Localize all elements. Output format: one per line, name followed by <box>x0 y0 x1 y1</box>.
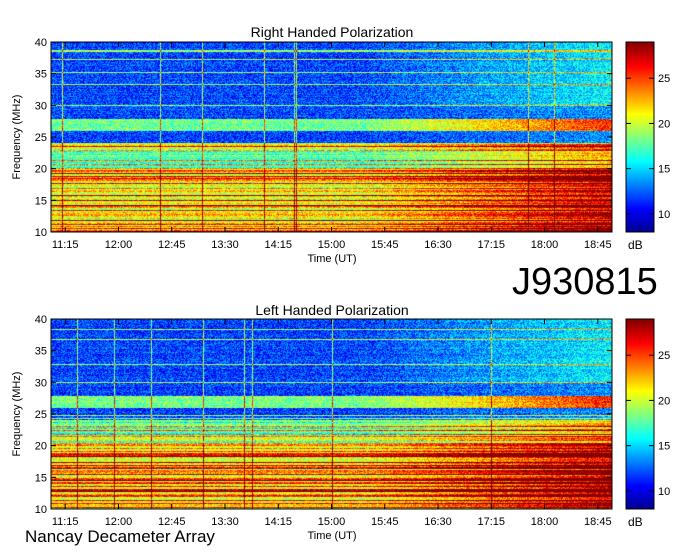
x-tick-label: 16:30 <box>424 516 452 528</box>
x-tick-label: 14:15 <box>264 239 292 251</box>
spectrogram-canvas <box>51 42 612 232</box>
x-tick-label: 15:00 <box>318 239 346 251</box>
x-tick-label: 13:30 <box>211 239 239 251</box>
y-tick-label: 10 <box>35 227 47 239</box>
colorbar-tick-label: 10 <box>658 486 670 498</box>
x-tick-label: 18:45 <box>584 239 612 251</box>
colorbar-tick-label: 20 <box>658 118 670 130</box>
colorbar-tick-label: 20 <box>658 395 670 407</box>
colorbar-tick-label: 15 <box>658 441 670 453</box>
colorbar-tick-label: 25 <box>658 73 670 85</box>
observation-id: J930815 <box>512 261 658 303</box>
colorbar-label: dB <box>628 238 643 252</box>
x-tick-label: 17:15 <box>478 239 506 251</box>
y-tick-label: 40 <box>35 37 47 49</box>
instrument-name: Nancay Decameter Array <box>25 527 215 546</box>
colorbar-tick-label: 15 <box>658 164 670 176</box>
y-tick-label: 30 <box>35 100 47 112</box>
x-tick-label: 18:00 <box>531 516 559 528</box>
x-tick-label: 17:15 <box>478 516 506 528</box>
x-tick-label: 15:45 <box>371 516 399 528</box>
y-tick-label: 20 <box>35 164 47 176</box>
y-tick-label: 10 <box>35 504 47 516</box>
y-tick-label: 40 <box>35 314 47 326</box>
colorbar-label: dB <box>628 515 643 529</box>
y-tick-label: 25 <box>35 409 47 421</box>
x-tick-label: 11:15 <box>52 239 79 251</box>
colorbar-tick-label: 25 <box>658 350 670 362</box>
y-tick-label: 30 <box>35 377 47 389</box>
panel-left-polarization: Left Handed Polarization 10152025303540 … <box>11 302 670 542</box>
colorbar <box>625 318 655 510</box>
panel-title: Right Handed Polarization <box>251 24 414 40</box>
x-tick-label: 15:45 <box>371 239 399 251</box>
x-tick-label: 12:00 <box>105 239 133 251</box>
y-tick-label: 15 <box>35 195 47 207</box>
x-tick-label: 12:45 <box>158 239 186 251</box>
x-tick-label: 15:00 <box>318 516 346 528</box>
x-tick-label: 13:30 <box>211 516 239 528</box>
y-tick-label: 35 <box>35 346 47 358</box>
y-axis-label: Frequency (MHz) <box>11 95 23 180</box>
x-tick-label: 16:30 <box>424 239 452 251</box>
y-tick-label: 35 <box>35 69 47 81</box>
panel-title: Left Handed Polarization <box>255 302 408 318</box>
x-tick-label: 18:45 <box>584 516 612 528</box>
y-tick-label: 20 <box>35 441 47 453</box>
spectrogram-canvas <box>51 319 612 509</box>
colorbar-tick-label: 10 <box>658 209 670 221</box>
x-axis-label: Time (UT) <box>307 530 356 542</box>
y-tick-label: 25 <box>35 132 47 144</box>
colorbar <box>625 41 655 233</box>
y-axis-label: Frequency (MHz) <box>11 372 23 457</box>
panel-right-polarization: Right Handed Polarization 10 15 20 25 30 35 40… <box>11 24 670 265</box>
x-axis-label: Time (UT) <box>307 253 356 265</box>
x-tick-label: 14:15 <box>264 516 292 528</box>
x-tick-label: 18:00 <box>531 239 559 251</box>
y-tick-label: 15 <box>35 472 47 484</box>
